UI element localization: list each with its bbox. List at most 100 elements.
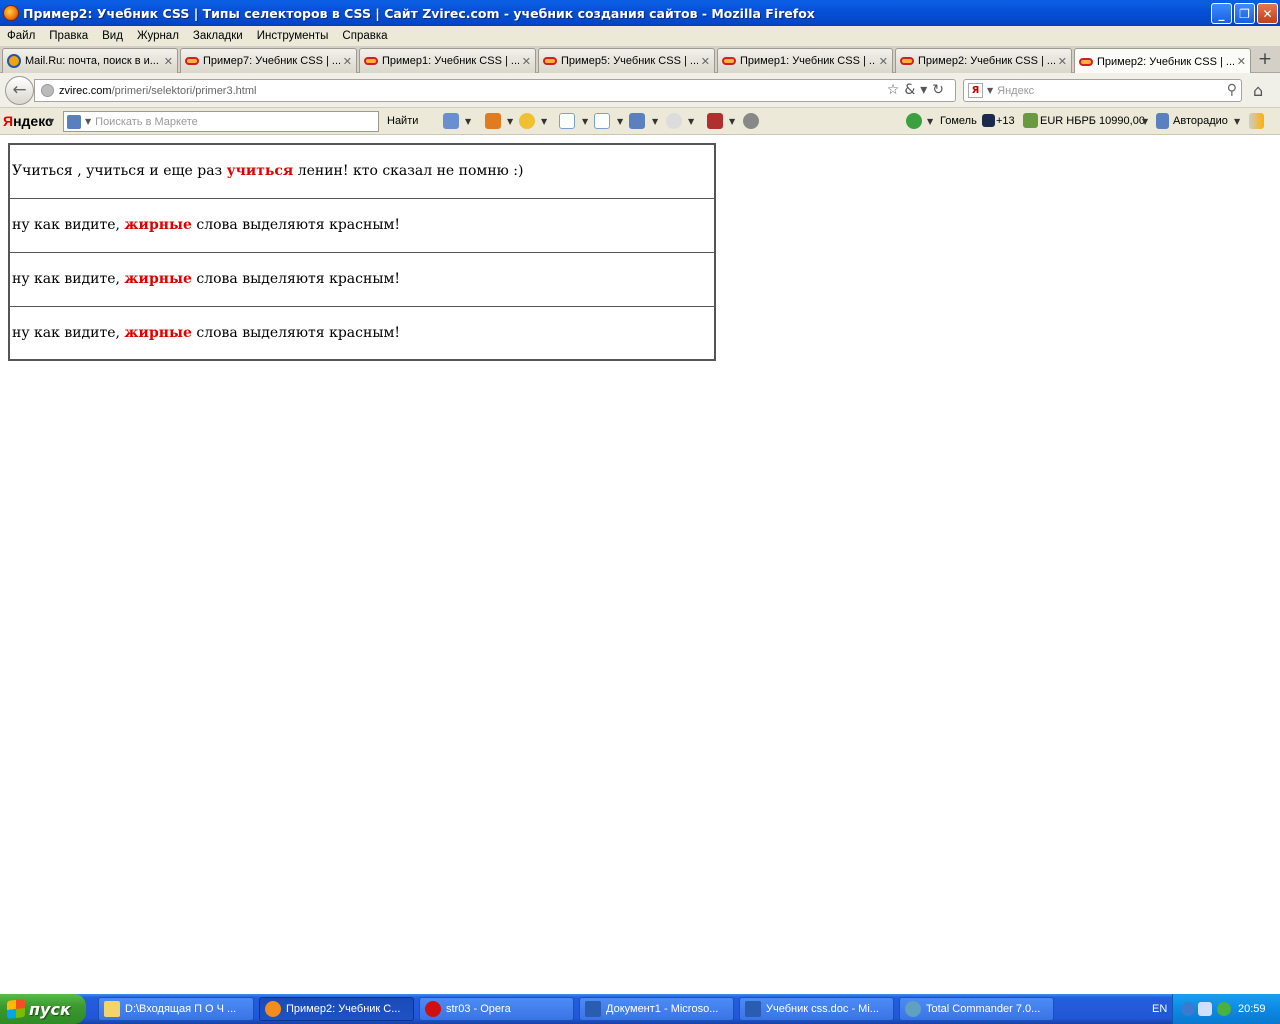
weather-temperature[interactable]: +13 xyxy=(996,115,1015,127)
tab-primer5[interactable]: Пример5: Учебник CSS | ... ✕ xyxy=(538,48,715,73)
tab-close-icon[interactable]: ✕ xyxy=(701,55,710,68)
bookmarks-icon[interactable] xyxy=(485,113,501,129)
tab-close-icon[interactable]: ✕ xyxy=(1237,55,1246,68)
search-input[interactable]: Яндекс xyxy=(997,85,1034,97)
folder-icon xyxy=(104,1001,120,1017)
tab-mailru[interactable]: Mail.Ru: почта, поиск в и... ✕ xyxy=(2,48,178,73)
taskbar-button-folder[interactable]: D:\Входящая П О Ч ... xyxy=(98,997,254,1021)
settings-gear-icon[interactable] xyxy=(743,113,759,129)
menu-tools[interactable]: Инструменты xyxy=(250,30,336,42)
chevron-down-icon[interactable]: ▼ xyxy=(1142,117,1148,126)
zvirec-icon xyxy=(1079,57,1093,66)
currency-chart-icon[interactable] xyxy=(1023,113,1038,128)
menu-file[interactable]: Файл xyxy=(0,30,42,42)
menu-bookmarks[interactable]: Закладки xyxy=(186,30,250,42)
windows-logo-icon xyxy=(7,999,25,1019)
tab-primer7[interactable]: Пример7: Учебник CSS | ... ✕ xyxy=(180,48,357,73)
star-icon[interactable] xyxy=(519,113,535,129)
home-icon[interactable]: ⌂ xyxy=(1253,81,1263,100)
tab-primer2-active[interactable]: Пример2: Учебник CSS | ... ✕ xyxy=(1074,48,1251,74)
chevron-down-icon[interactable]: ▼ xyxy=(729,117,735,126)
chat-icon[interactable] xyxy=(666,113,682,129)
translate-icon[interactable] xyxy=(594,113,610,129)
antivirus-icon[interactable] xyxy=(1217,1002,1231,1016)
menu-bar: Файл Правка Вид Журнал Закладки Инструме… xyxy=(0,26,1280,46)
window-titlebar: Пример2: Учебник CSS | Типы селекторов в… xyxy=(0,0,1280,26)
tab-close-icon[interactable]: ✕ xyxy=(522,55,531,68)
tab-close-icon[interactable]: ✕ xyxy=(343,55,352,68)
tab-close-icon[interactable]: ✕ xyxy=(879,55,888,68)
chevron-down-icon[interactable]: ▼ xyxy=(927,117,933,126)
chevron-down-icon[interactable]: ▼ xyxy=(652,117,658,126)
chevron-down-icon[interactable]: ▼ xyxy=(541,117,547,126)
address-bar-icons[interactable]: ☆&▾↻ xyxy=(887,82,949,98)
back-button[interactable]: ← xyxy=(5,76,34,105)
highlighted-word: учиться xyxy=(226,163,294,180)
tab-close-icon[interactable]: ✕ xyxy=(164,55,173,68)
tab-primer1-b[interactable]: Пример1: Учебник CSS | ... ✕ xyxy=(717,48,893,73)
page-content: Учиться , учиться и еще раз учиться лени… xyxy=(0,136,1280,994)
clock[interactable]: 20:59 xyxy=(1238,1003,1266,1015)
taskbar-button-word2[interactable]: Учебник css.doc - Mi... xyxy=(739,997,894,1021)
chevron-down-icon[interactable]: ▼ xyxy=(987,86,993,95)
tray-expand-icon[interactable] xyxy=(1181,1002,1195,1016)
language-indicator[interactable]: EN xyxy=(1152,1003,1167,1015)
tab-label: Пример1: Учебник CSS | ... xyxy=(382,55,519,67)
dictionary-icon[interactable] xyxy=(629,113,645,129)
speaker-muted-icon[interactable] xyxy=(1156,113,1169,129)
start-button[interactable]: пуск xyxy=(0,994,86,1024)
menu-edit[interactable]: Правка xyxy=(42,30,95,42)
chevron-down-icon[interactable]: ▼ xyxy=(507,117,513,126)
chevron-down-icon[interactable]: ▼ xyxy=(85,117,91,126)
yandex-engine-icon[interactable]: Я xyxy=(968,83,983,98)
market-search-input[interactable]: Поискать в Маркете xyxy=(95,116,198,128)
search-icon[interactable]: ⚲ xyxy=(1227,82,1237,98)
market-search-box[interactable]: ▼ Поискать в Маркете xyxy=(63,111,379,132)
table-cell: ну как видите, жирные слова выделяютя кр… xyxy=(8,197,716,253)
chevron-down-icon[interactable]: ▼ xyxy=(688,117,694,126)
spellcheck-icon[interactable] xyxy=(559,113,575,129)
address-bar[interactable]: zvirec.com/primeri/selektori/primer3.htm… xyxy=(34,79,956,102)
tab-close-icon[interactable]: ✕ xyxy=(1058,55,1067,68)
firefox-icon xyxy=(3,5,19,21)
taskbar-button-opera[interactable]: str03 - Opera xyxy=(419,997,574,1021)
search-box[interactable]: Я ▼ Яндекс ⚲ xyxy=(963,79,1242,102)
table-row: ну как видите, жирные слова выделяютя кр… xyxy=(8,251,716,307)
close-button[interactable]: ✕ xyxy=(1257,3,1278,24)
currency-rate[interactable]: EUR НБРБ 10990,00 xyxy=(1040,115,1145,127)
weather-icon[interactable] xyxy=(982,114,995,127)
chevron-down-icon[interactable]: ▼ xyxy=(465,117,471,126)
table-row: ну как видите, жирные слова выделяютя кр… xyxy=(8,197,716,253)
mail-icon[interactable] xyxy=(443,113,459,129)
tab-primer1[interactable]: Пример1: Учебник CSS | ... ✕ xyxy=(359,48,536,73)
menu-view[interactable]: Вид xyxy=(95,30,130,42)
highlighted-word: жирные xyxy=(124,217,192,233)
find-button[interactable]: Найти xyxy=(387,115,418,127)
chevron-down-icon[interactable]: ▼ xyxy=(1234,117,1240,126)
new-tab-button[interactable]: + xyxy=(1254,50,1276,70)
chevron-down-icon[interactable]: ▼ xyxy=(582,117,588,126)
key-icon[interactable] xyxy=(906,113,922,129)
taskbar-button-totalcmd[interactable]: Total Commander 7.0... xyxy=(899,997,1054,1021)
taskbar: пуск D:\Входящая П О Ч ... Пример2: Учеб… xyxy=(0,994,1280,1024)
apps-icon[interactable] xyxy=(707,113,723,129)
minimize-button[interactable]: _ xyxy=(1211,3,1232,24)
chevron-down-icon[interactable]: ▼ xyxy=(617,117,623,126)
menu-help[interactable]: Справка xyxy=(335,30,394,42)
menu-history[interactable]: Журнал xyxy=(130,30,186,42)
network-icon[interactable] xyxy=(1198,1002,1212,1016)
tab-label: Пример5: Учебник CSS | ... xyxy=(561,55,698,67)
yandex-logo[interactable]: Яндекс xyxy=(3,113,53,129)
zvirec-icon xyxy=(185,57,199,65)
taskbar-button-firefox[interactable]: Пример2: Учебник C... xyxy=(259,997,414,1021)
chevron-down-icon[interactable]: ▼ xyxy=(48,117,54,126)
signal-bars-icon[interactable] xyxy=(1249,113,1264,129)
site-identity-icon[interactable] xyxy=(41,84,54,97)
zvirec-icon xyxy=(364,57,378,65)
radio-station[interactable]: Авторадио xyxy=(1173,115,1228,127)
tab-primer2[interactable]: Пример2: Учебник CSS | ... ✕ xyxy=(895,48,1072,73)
maximize-button[interactable]: ❐ xyxy=(1234,3,1255,24)
table-row: Учиться , учиться и еще раз учиться лени… xyxy=(8,143,716,199)
taskbar-button-word1[interactable]: Документ1 - Microso... xyxy=(579,997,734,1021)
weather-city[interactable]: Гомель xyxy=(940,115,977,127)
